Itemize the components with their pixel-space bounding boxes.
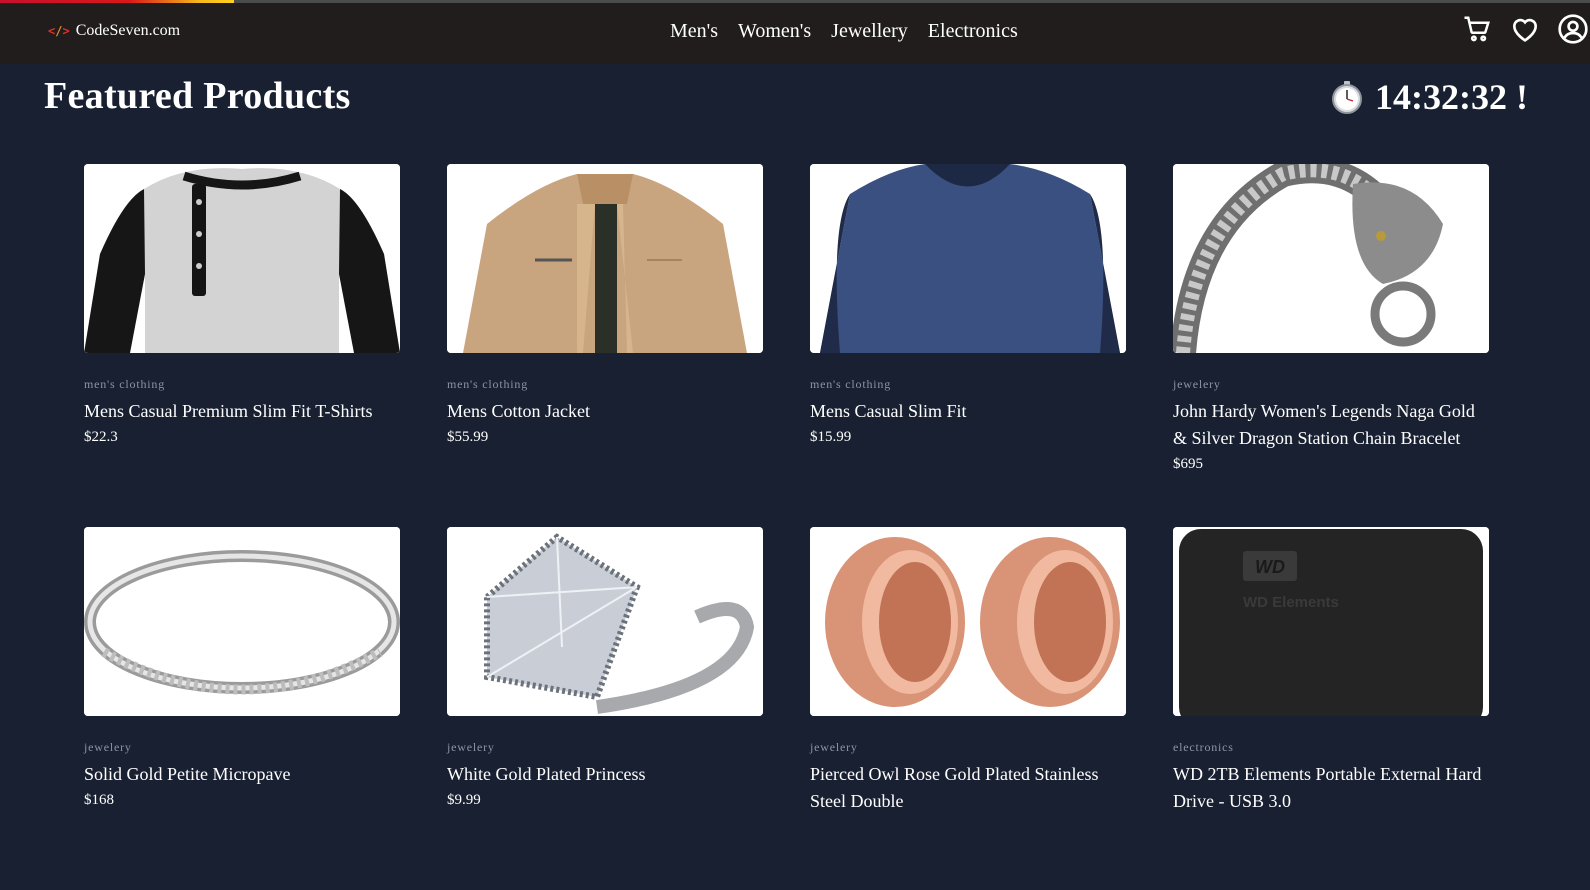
main-nav: Men's Women's Jewellery Electronics xyxy=(670,20,1018,43)
product-card[interactable]: men's clothing Mens Casual Slim Fit $15.… xyxy=(810,164,1126,527)
product-image[interactable] xyxy=(447,164,763,353)
product-image[interactable] xyxy=(1173,164,1489,353)
product-card[interactable]: men's clothing Mens Casual Premium Slim … xyxy=(84,164,400,527)
countdown-timer: 14:32:32 ! xyxy=(1329,76,1528,118)
brand-name: CodeSeven.com xyxy=(75,22,181,39)
product-title[interactable]: Pierced Owl Rose Gold Plated Stainless S… xyxy=(810,761,1126,815)
product-image[interactable] xyxy=(810,527,1126,716)
product-category: men's clothing xyxy=(84,377,166,391)
header-actions xyxy=(1460,12,1590,46)
product-image[interactable] xyxy=(84,164,400,353)
product-title[interactable]: WD 2TB Elements Portable External Hard D… xyxy=(1173,761,1489,815)
product-category: electronics xyxy=(1173,740,1234,754)
product-card[interactable]: men's clothing Mens Cotton Jacket $55.99 xyxy=(447,164,763,527)
product-category: jewelery xyxy=(447,740,495,754)
heart-icon xyxy=(1513,18,1537,42)
product-title[interactable]: White Gold Plated Princess xyxy=(447,761,763,788)
product-title[interactable]: Solid Gold Petite Micropave xyxy=(84,761,400,788)
page-title: Featured Products xyxy=(44,75,351,117)
nav-item-jewellery[interactable]: Jewellery xyxy=(831,20,908,43)
product-price: $15.99 xyxy=(810,429,852,445)
loading-progress-fill xyxy=(0,0,234,3)
featured-heading-row: Featured Products 14:32:32 ! xyxy=(0,64,1590,134)
user-icon xyxy=(1558,14,1588,44)
hard-drive-label: WD Elements xyxy=(1243,594,1339,611)
nav-item-electronics[interactable]: Electronics xyxy=(928,20,1018,43)
top-navbar: </> CodeSeven.com Men's Women's Jeweller… xyxy=(0,0,1590,64)
product-price: $168 xyxy=(84,792,114,808)
timer-value: 14:32:32 ! xyxy=(1375,77,1528,117)
product-category: men's clothing xyxy=(810,377,892,391)
code-icon: </> xyxy=(48,24,70,38)
svg-text:WD: WD xyxy=(1255,557,1285,577)
wishlist-button[interactable] xyxy=(1508,12,1542,46)
brand-logo-link[interactable]: </> CodeSeven.com xyxy=(48,22,180,40)
product-card[interactable]: jewelery Pierced Owl Rose Gold Plated St… xyxy=(810,527,1126,890)
cart-button[interactable] xyxy=(1460,12,1494,46)
nav-item-mens[interactable]: Men's xyxy=(670,20,718,43)
product-image[interactable] xyxy=(447,527,763,716)
product-image[interactable] xyxy=(810,164,1126,353)
account-button[interactable] xyxy=(1556,12,1590,46)
product-category: jewelery xyxy=(810,740,858,754)
product-title[interactable]: John Hardy Women's Legends Naga Gold & S… xyxy=(1173,398,1489,452)
nav-item-womens[interactable]: Women's xyxy=(738,20,811,43)
product-title[interactable]: Mens Casual Premium Slim Fit T-Shirts xyxy=(84,398,400,425)
product-price: $9.99 xyxy=(447,792,481,808)
product-price: $55.99 xyxy=(447,429,489,445)
product-title[interactable]: Mens Casual Slim Fit xyxy=(810,398,1126,425)
product-card[interactable]: jewelery White Gold Plated Princess $9.9… xyxy=(447,527,763,890)
cart-icon xyxy=(1464,16,1490,42)
product-category: jewelery xyxy=(1173,377,1221,391)
product-price: $695 xyxy=(1173,456,1203,472)
stopwatch-icon xyxy=(1329,79,1365,115)
product-title[interactable]: Mens Cotton Jacket xyxy=(447,398,763,425)
product-price: $22.3 xyxy=(84,429,118,445)
product-image[interactable]: WD WD Elements xyxy=(1173,527,1489,716)
product-image[interactable] xyxy=(84,527,400,716)
product-category: jewelery xyxy=(84,740,132,754)
loading-progress-bar xyxy=(0,0,1590,3)
product-category: men's clothing xyxy=(447,377,529,391)
product-card[interactable]: jewelery Solid Gold Petite Micropave $16… xyxy=(84,527,400,890)
product-grid: men's clothing Mens Casual Premium Slim … xyxy=(84,164,1489,890)
product-card[interactable]: WD WD Elements electronics WD 2TB Elemen… xyxy=(1173,527,1489,890)
product-card[interactable]: jewelery John Hardy Women's Legends Naga… xyxy=(1173,164,1489,527)
